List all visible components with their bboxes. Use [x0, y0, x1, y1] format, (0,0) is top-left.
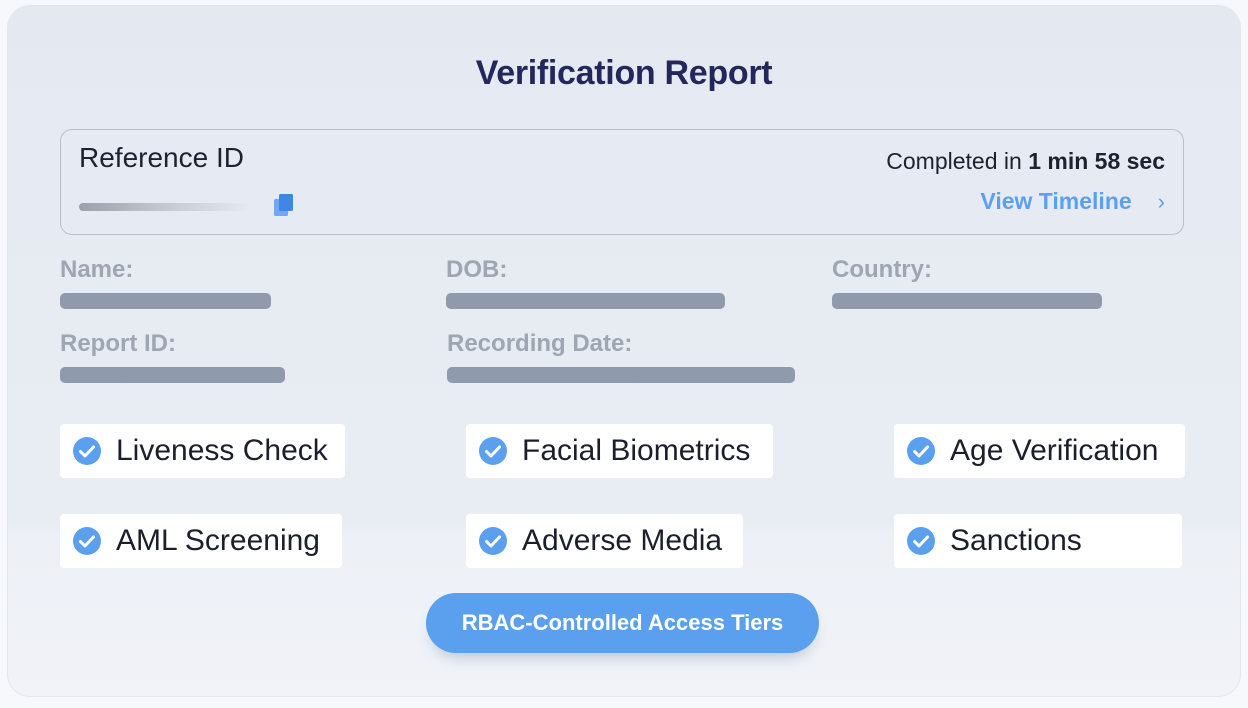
country-label: Country: [832, 256, 932, 283]
check-circle-icon [479, 527, 507, 555]
rbac-access-tiers-button[interactable]: RBAC-Controlled Access Tiers [426, 593, 819, 653]
reference-id-label: Reference ID [79, 142, 244, 173]
reference-id-value-redacted [79, 203, 249, 211]
check-circle-icon [73, 527, 101, 555]
check-circle-icon [73, 437, 101, 465]
check-circle-icon [479, 437, 507, 465]
check-circle-icon [907, 437, 935, 465]
completed-time: Completed in 1 min 58 sec [886, 148, 1165, 175]
copy-icon[interactable] [273, 193, 295, 217]
check-adverse-media-label: Adverse Media [522, 524, 723, 557]
view-timeline-link[interactable]: View Timeline › [980, 188, 1165, 215]
reference-panel: Reference ID Completed in 1 min 58 sec V… [60, 129, 1184, 235]
report-id-value-redacted [60, 367, 285, 383]
report-id-label: Report ID: [60, 330, 176, 357]
verification-report-card: Verification Report Reference ID Complet… [8, 6, 1240, 696]
check-liveness-label: Liveness Check [116, 434, 328, 467]
check-sanctions-label: Sanctions [950, 524, 1082, 557]
check-liveness: Liveness Check [60, 424, 345, 478]
view-timeline-label: View Timeline [980, 188, 1132, 214]
country-value-redacted [832, 293, 1102, 309]
check-facial-biometrics-label: Facial Biometrics [522, 434, 751, 467]
check-adverse-media: Adverse Media [466, 514, 743, 568]
check-aml-screening: AML Screening [60, 514, 342, 568]
check-facial-biometrics: Facial Biometrics [466, 424, 773, 478]
check-aml-screening-label: AML Screening [116, 524, 320, 557]
recording-date-label: Recording Date: [447, 330, 633, 357]
chevron-right-icon: › [1157, 188, 1165, 214]
name-label: Name: [60, 256, 134, 283]
name-value-redacted [60, 293, 271, 309]
check-sanctions: Sanctions [894, 514, 1182, 568]
dob-label: DOB: [446, 256, 508, 283]
check-age-verification: Age Verification [894, 424, 1185, 478]
check-circle-icon [907, 527, 935, 555]
recording-date-value-redacted [447, 367, 795, 383]
check-age-verification-label: Age Verification [950, 434, 1159, 467]
completed-prefix: Completed in [886, 148, 1029, 174]
completed-duration: 1 min 58 sec [1028, 148, 1165, 174]
report-title: Verification Report [475, 54, 773, 92]
dob-value-redacted [446, 293, 725, 309]
